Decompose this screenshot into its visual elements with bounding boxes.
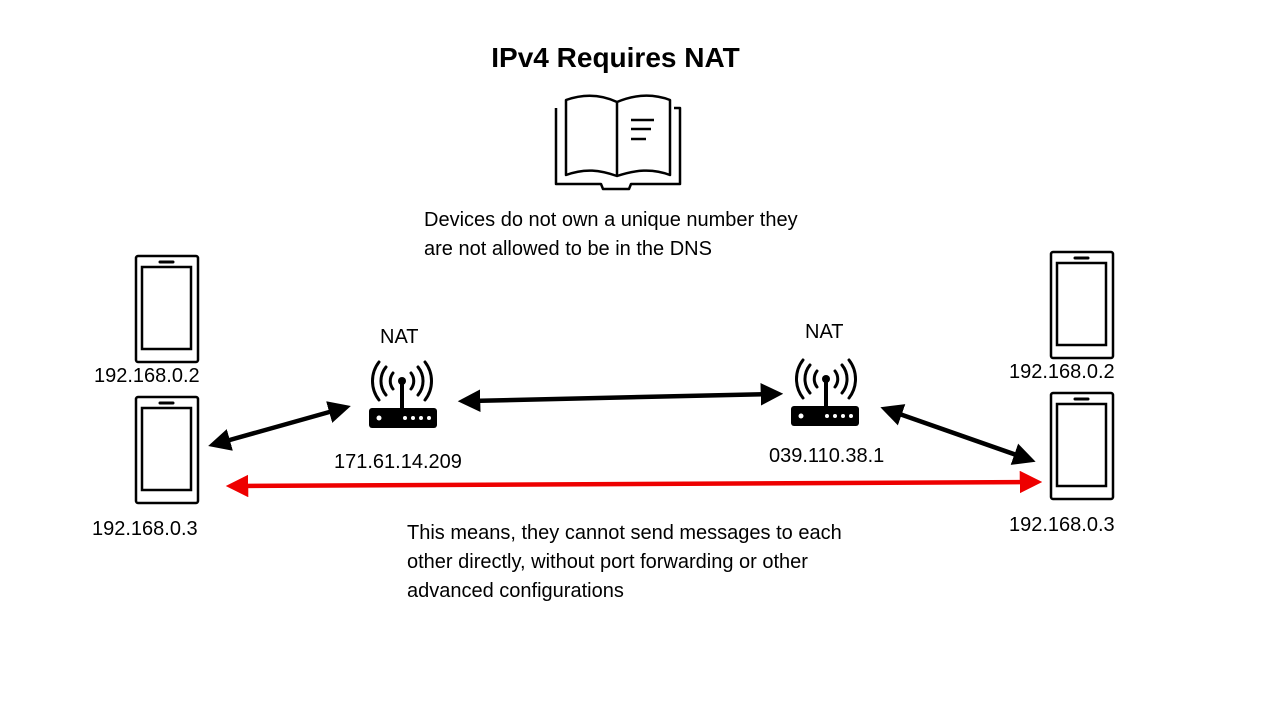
top-note-line-1: Devices do not own a unique number they bbox=[424, 209, 798, 231]
arrow-left-device-to-left-nat bbox=[208, 401, 351, 451]
left-device-bottom-ip: 192.168.0.3 bbox=[92, 518, 198, 540]
arrow-blocked-direct-link bbox=[225, 470, 1043, 498]
right-device-bottom-ip: 192.168.0.3 bbox=[1009, 514, 1115, 536]
left-nat-label: NAT bbox=[380, 326, 419, 348]
top-note: Devices do not own a unique number they … bbox=[424, 206, 798, 264]
phone-icon-right-bottom bbox=[1049, 391, 1115, 501]
arrow-right-nat-to-right-device bbox=[880, 404, 1036, 465]
phone-icon-right-top bbox=[1049, 250, 1115, 360]
bottom-note-line-3: advanced configurations bbox=[407, 580, 624, 602]
bottom-note: This means, they cannot send messages to… bbox=[407, 519, 842, 606]
arrow-left-nat-to-right-nat bbox=[457, 383, 784, 412]
right-device-top-ip: 192.168.0.2 bbox=[1009, 361, 1115, 383]
book-icon bbox=[554, 94, 682, 191]
phone-icon-left-top bbox=[134, 254, 200, 364]
left-public-ip: 171.61.14.209 bbox=[334, 451, 462, 473]
left-device-top-ip: 192.168.0.2 bbox=[94, 365, 200, 387]
top-note-line-2: are not allowed to be in the DNS bbox=[424, 238, 712, 260]
right-public-ip: 039.110.38.1 bbox=[769, 445, 885, 467]
right-nat-label: NAT bbox=[805, 321, 844, 343]
phone-icon-left-bottom bbox=[134, 395, 200, 505]
router-icon-right bbox=[791, 358, 859, 426]
router-icon-left bbox=[369, 360, 437, 428]
bottom-note-line-2: other directly, without port forwarding … bbox=[407, 551, 808, 573]
bottom-note-line-1: This means, they cannot send messages to… bbox=[407, 522, 842, 544]
